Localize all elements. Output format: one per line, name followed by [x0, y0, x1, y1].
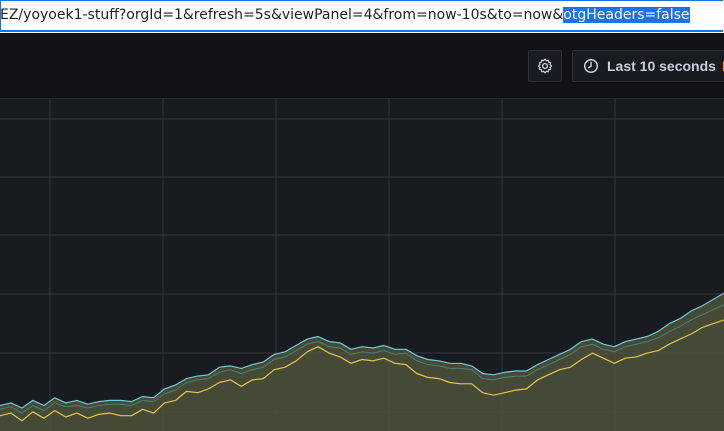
time-range-picker[interactable]: Last 10 seconds E	[572, 50, 724, 82]
url-selected-text: otgHeaders=false	[563, 7, 690, 23]
time-range-label: Last 10 seconds	[607, 58, 716, 74]
url-text[interactable]: EZ/yoyoek1-stuff?orgId=1&refresh=5s&view…	[0, 6, 690, 24]
url-prefix: EZ/yoyoek1-stuff?orgId=1&refresh=5s&view…	[0, 7, 564, 23]
dashboard-settings-button[interactable]	[528, 50, 562, 82]
time-series-chart	[0, 99, 724, 431]
address-bar[interactable]: EZ/yoyoek1-stuff?orgId=1&refresh=5s&view…	[0, 0, 724, 33]
clock-icon	[583, 58, 599, 74]
panel-graph[interactable]	[0, 99, 724, 431]
gear-icon	[537, 58, 553, 74]
